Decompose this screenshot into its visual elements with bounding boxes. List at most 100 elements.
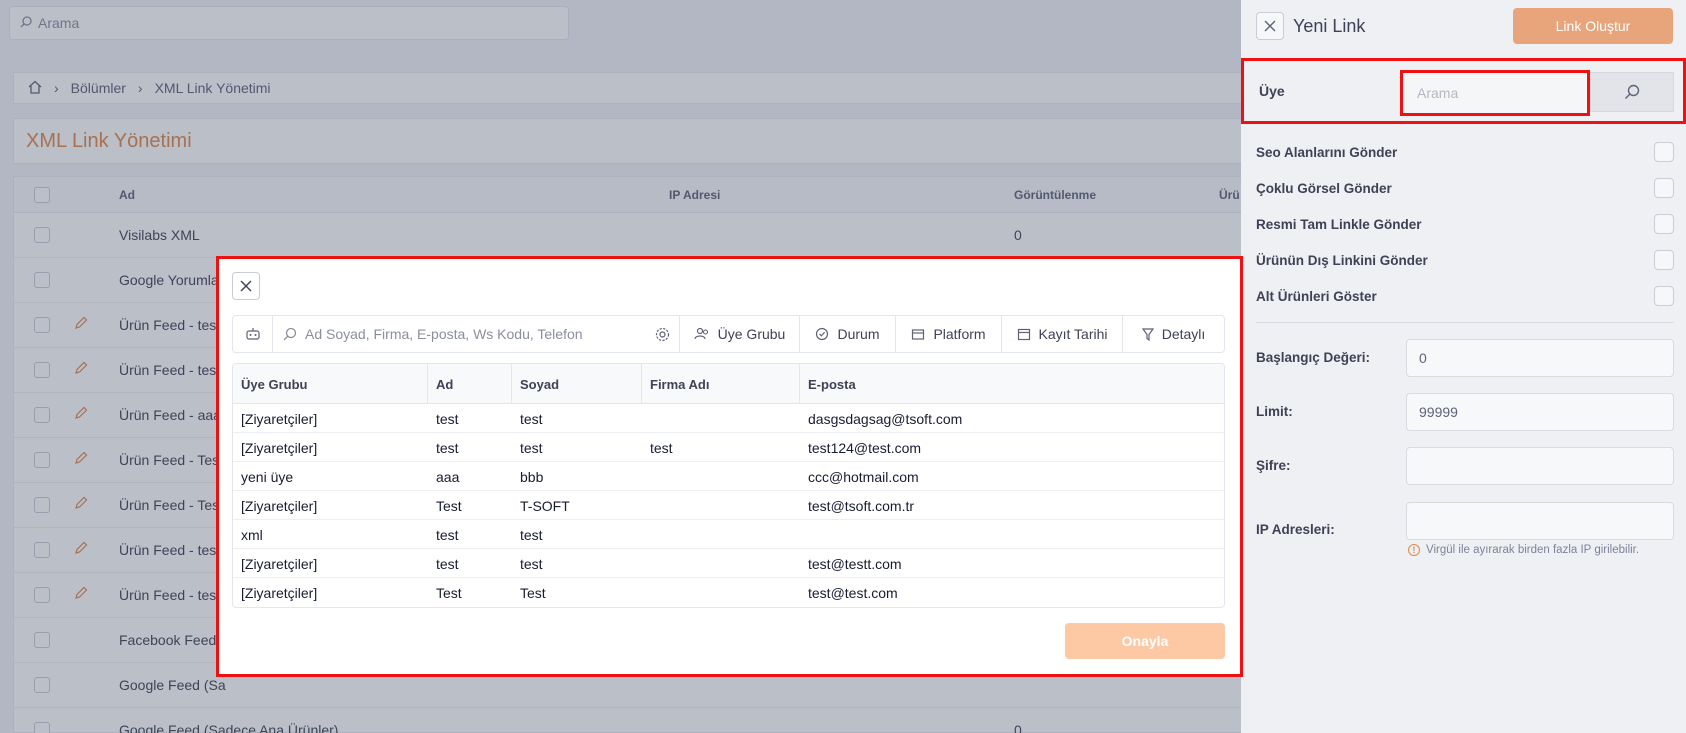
cell-last-name: test	[520, 410, 543, 427]
member-search-input[interactable]: Arama	[1400, 70, 1590, 116]
filter-platform[interactable]: Platform	[896, 316, 1002, 352]
search-icon	[283, 327, 297, 341]
ip-addresses-hint-text: Virgül ile ayırarak birden fazla IP giri…	[1426, 544, 1640, 556]
cell-member-group: [Ziyaretçiler]	[241, 439, 318, 456]
filter-member-group-label: Üye Grubu	[717, 326, 786, 342]
cell-company	[642, 462, 650, 491]
drawer-divider	[1256, 322, 1674, 323]
option-seo-checkbox[interactable]	[1654, 142, 1674, 162]
limit-label: Limit:	[1256, 404, 1293, 419]
store-icon	[912, 329, 925, 340]
cell-last-name: test	[520, 439, 543, 456]
drawer-title: Yeni Link	[1293, 16, 1366, 36]
column-header-company[interactable]: Firma Adı	[642, 364, 800, 404]
approve-button[interactable]: Onayla	[1065, 623, 1225, 659]
calendar-icon	[1017, 328, 1030, 341]
modal-close-button[interactable]	[232, 272, 260, 300]
password-label: Şifre:	[1256, 458, 1291, 473]
filter-detailed-label: Detaylı	[1161, 326, 1206, 342]
filter-detailed[interactable]: Detaylı	[1123, 316, 1224, 352]
cell-email: test@tsoft.com.tr	[808, 497, 915, 514]
option-multi-image: Çoklu Görsel Gönder	[1256, 178, 1674, 198]
filter-platform-label: Platform	[933, 326, 986, 342]
member-search-button[interactable]	[1590, 72, 1674, 112]
password-input[interactable]	[1406, 447, 1674, 485]
robot-icon[interactable]	[233, 316, 273, 352]
search-icon	[1625, 84, 1640, 99]
drawer-close-button[interactable]	[1256, 12, 1284, 40]
drawer-header: Yeni Link Link Oluştur	[1241, 0, 1686, 54]
option-sub-products: Alt Ürünleri Göster	[1256, 286, 1674, 306]
users-icon	[694, 327, 708, 340]
gear-icon[interactable]	[654, 326, 671, 346]
cell-first-name: test	[436, 555, 459, 572]
filter-status-label: Durum	[837, 326, 880, 342]
column-header-last-name[interactable]: Soyad	[512, 364, 642, 404]
option-multi-image-label: Çoklu Görsel Gönder	[1256, 180, 1392, 196]
cell-email: test124@test.com	[808, 439, 922, 456]
table-row[interactable]: [Ziyaretçiler] Test Test test@test.com	[233, 578, 1224, 607]
cell-email: test@testt.com	[808, 555, 902, 572]
table-row[interactable]: [Ziyaretçiler] Test T-SOFT test@tsoft.com.t…	[233, 491, 1224, 520]
member-search-field[interactable]: Ad Soyad, Firma, E-posta, Ws Kodu, Telef…	[273, 316, 680, 352]
column-header-email[interactable]: E-posta	[800, 364, 1224, 404]
ip-addresses-hint: ! Virgül ile ayırarak birden fazla IP gi…	[1408, 544, 1639, 556]
option-external-link-label: Ürünün Dış Linkini Gönder	[1256, 252, 1428, 268]
cell-last-name: Test	[520, 584, 546, 601]
cell-first-name: Test	[436, 497, 462, 514]
option-sub-products-label: Alt Ürünleri Göster	[1256, 288, 1377, 304]
cell-company	[642, 491, 650, 520]
member-filter-toolbar: Ad Soyad, Firma, E-posta, Ws Kodu, Telef…	[232, 315, 1225, 353]
filter-registration-date[interactable]: Kayıt Tarihi	[1002, 316, 1123, 352]
cell-company	[642, 549, 650, 578]
filter-member-group[interactable]: Üye Grubu	[680, 316, 800, 352]
cell-member-group: [Ziyaretçiler]	[241, 555, 318, 572]
member-select-modal: Ad Soyad, Firma, E-posta, Ws Kodu, Telef…	[216, 256, 1243, 677]
member-field-row: Üye Arama	[1241, 58, 1686, 124]
column-header-member-group[interactable]: Üye Grubu	[233, 364, 428, 404]
cell-first-name: test	[436, 410, 459, 427]
table-row[interactable]: yeni üye aaa bbb ccc@hotmail.com	[233, 462, 1224, 491]
column-header-first-name[interactable]: Ad	[428, 364, 512, 404]
cell-email: dasgsdagsag@tsoft.com	[808, 410, 963, 427]
limit-input[interactable]: 99999	[1406, 393, 1674, 431]
cell-member-group: xml	[241, 526, 263, 543]
filter-registration-date-label: Kayıt Tarihi	[1038, 326, 1108, 342]
start-value-input[interactable]: 0	[1406, 339, 1674, 377]
funnel-icon	[1141, 327, 1154, 341]
cell-first-name: test	[436, 526, 459, 543]
option-full-image-link: Resmi Tam Linkle Gönder	[1256, 214, 1674, 234]
table-row[interactable]: [Ziyaretçiler] test test test@testt.com	[233, 549, 1224, 578]
filter-status[interactable]: Durum	[800, 316, 896, 352]
member-search-placeholder: Arama	[1417, 85, 1459, 101]
cell-last-name: test	[520, 526, 543, 543]
cell-first-name: aaa	[436, 468, 460, 485]
cell-company: test	[650, 439, 673, 456]
ip-addresses-label: IP Adresleri:	[1256, 522, 1335, 537]
cell-last-name: test	[520, 555, 543, 572]
create-link-button[interactable]: Link Oluştur	[1513, 8, 1673, 44]
members-table: Üye Grubu Ad Soyad Firma Adı E-posta [Zi…	[232, 363, 1225, 608]
check-circle-icon	[816, 327, 829, 341]
cell-member-group: [Ziyaretçiler]	[241, 497, 318, 514]
cell-company	[642, 404, 650, 433]
option-seo-label: Seo Alanlarını Gönder	[1256, 144, 1398, 160]
cell-member-group: yeni üye	[241, 468, 294, 485]
table-row[interactable]: [Ziyaretçiler] test test test test124@test.c…	[233, 433, 1224, 462]
cell-last-name: bbb	[520, 468, 544, 485]
member-search-field-placeholder: Ad Soyad, Firma, E-posta, Ws Kodu, Telef…	[305, 326, 583, 342]
cell-email	[800, 520, 808, 549]
option-sub-products-checkbox[interactable]	[1654, 286, 1674, 306]
table-row[interactable]: [Ziyaretçiler] test test dasgsdagsag@tsoft.…	[233, 404, 1224, 433]
ip-addresses-input[interactable]	[1406, 502, 1674, 540]
cell-company	[642, 578, 650, 607]
cell-email: ccc@hotmail.com	[808, 468, 919, 485]
option-multi-image-checkbox[interactable]	[1654, 178, 1674, 198]
option-external-link-checkbox[interactable]	[1654, 250, 1674, 270]
cell-last-name: T-SOFT	[520, 497, 570, 514]
cell-first-name: Test	[436, 584, 462, 601]
table-row[interactable]: xml test test	[233, 520, 1224, 549]
info-icon: !	[1408, 544, 1420, 556]
option-full-image-link-checkbox[interactable]	[1654, 214, 1674, 234]
close-icon	[1264, 20, 1276, 32]
